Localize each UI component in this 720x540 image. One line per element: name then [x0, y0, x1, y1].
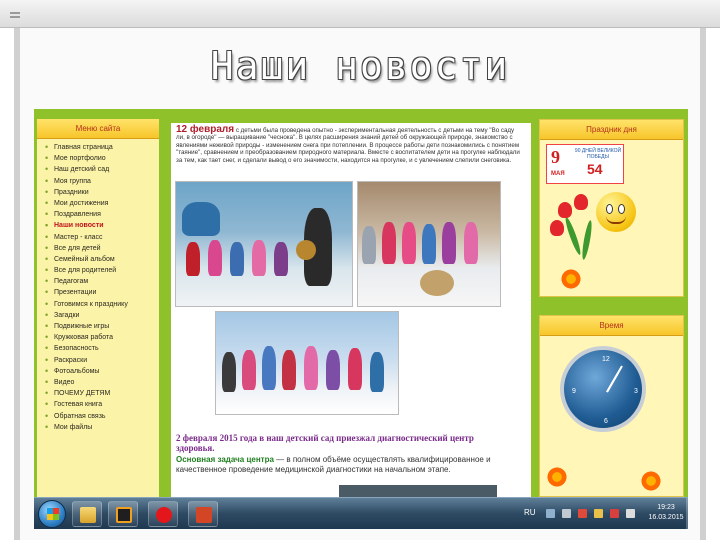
news-photo-group-winter[interactable] [215, 311, 399, 415]
flower-icon [560, 268, 582, 290]
tray-arrow-icon[interactable] [546, 509, 555, 518]
taskbar-clock[interactable]: 19:23 16.03.2015 [646, 503, 686, 523]
menu-item[interactable]: Мастер - класс [45, 232, 159, 243]
taskbar-app-explorer[interactable] [72, 501, 102, 527]
news-body: Основная задача центра — в полном объёме… [176, 455, 506, 474]
news-item-1: 12 февраля с детьми была проведена опытн… [176, 124, 524, 164]
clock-number-9: 9 [572, 388, 576, 395]
menu-item[interactable]: Мои достижения [45, 198, 159, 209]
media-player-icon [116, 507, 132, 523]
news-headline[interactable]: 2 февраля 2015 года в наш детский сад пр… [176, 433, 506, 453]
holiday-header: Праздник дня [540, 120, 683, 140]
opera-icon [156, 507, 172, 523]
website-screenshot: Меню сайта Главная страницаМое портфолио… [34, 109, 688, 497]
menu-item[interactable]: Загадки [45, 310, 159, 321]
site-menu-panel: Меню сайта Главная страницаМое портфолио… [37, 119, 159, 497]
language-indicator[interactable]: RU [524, 508, 536, 517]
flower-icon [546, 466, 568, 488]
tulip-icon [550, 220, 564, 236]
taskbar: RU 19:23 16.03.2015 [34, 497, 688, 530]
powerpoint-icon [196, 507, 212, 523]
menu-item[interactable]: Гостевая книга [45, 399, 159, 410]
tray-volume-icon[interactable] [626, 509, 635, 518]
menu-item[interactable]: Безопасность [45, 343, 159, 354]
menu-header: Меню сайта [37, 119, 159, 139]
windows-explorer-icon [80, 507, 96, 523]
menu-item[interactable]: Видео [45, 377, 159, 388]
taskbar-app-opera[interactable] [148, 501, 178, 527]
right-sidebar: Праздник дня 9 МАЯ 90 ДНЕЙ ВЕЛИКОЙ ПОБЕД… [539, 119, 684, 497]
show-desktop-button[interactable] [686, 498, 688, 530]
taskbar-time: 19:23 [657, 504, 675, 511]
clock-number-6: 6 [604, 418, 608, 425]
taskbar-app-media-player[interactable] [108, 501, 138, 527]
menu-item[interactable]: Презентации [45, 287, 159, 298]
menu-item[interactable]: Раскраски [45, 355, 159, 366]
menu-item[interactable]: Поздравления [45, 209, 159, 220]
menu-item[interactable]: Обратная связь [45, 411, 159, 422]
taskbar-date: 16.03.2015 [648, 514, 684, 521]
windows-logo-icon [47, 508, 59, 520]
start-button[interactable] [38, 500, 66, 528]
menu-item[interactable]: Наши новости [45, 220, 159, 231]
news-lead: Основная задача центра [176, 455, 274, 464]
badge-number: 54 [587, 161, 603, 177]
menu-item[interactable]: Все для детей [45, 243, 159, 254]
menu-item[interactable]: Мое портфолио [45, 153, 159, 164]
grip-icon [10, 12, 20, 18]
flower-icon [640, 470, 662, 492]
time-header: Время [540, 316, 683, 336]
menu-item[interactable]: Готовимся к празднику [45, 299, 159, 310]
news-photo-kindergarten-teacher[interactable] [175, 181, 353, 307]
menu-item[interactable]: ПОЧЕМУ ДЕТЯМ [45, 388, 159, 399]
menu-item[interactable]: Кружковая работа [45, 332, 159, 343]
menu-item[interactable]: Педагогам [45, 276, 159, 287]
menu-item[interactable]: Фотоальбомы [45, 366, 159, 377]
tray-power-icon[interactable] [610, 509, 619, 518]
tray-update-icon[interactable] [594, 509, 603, 518]
clock-number-3: 3 [634, 388, 638, 395]
smiley-icon [596, 192, 636, 232]
holiday-panel: Праздник дня 9 МАЯ 90 ДНЕЙ ВЕЛИКОЙ ПОБЕД… [539, 119, 684, 297]
news-photo-children-snowman[interactable] [357, 181, 501, 307]
news-content: 12 февраля с детьми была проведена опытн… [171, 123, 531, 497]
tray-network-icon[interactable] [562, 509, 571, 518]
badge-nine: 9 [551, 147, 560, 167]
time-panel: Время 12 3 6 9 [539, 315, 684, 497]
news-item-2: 2 февраля 2015 года в наш детский сад пр… [176, 433, 506, 474]
menu-item[interactable]: Мои файлы [45, 422, 159, 433]
menu-item[interactable]: Подвижные игры [45, 321, 159, 332]
menu-item[interactable]: Все для родителей [45, 265, 159, 276]
victory-day-badge[interactable]: 9 МАЯ 90 ДНЕЙ ВЕЛИКОЙ ПОБЕДЫ 54 [546, 144, 624, 184]
site-menu: Главная страницаМое портфолиоНаш детский… [37, 139, 159, 433]
menu-item[interactable]: Праздники [45, 187, 159, 198]
screen-frame-right [700, 28, 706, 540]
news-date: 12 февраля [176, 124, 235, 135]
taskbar-app-powerpoint[interactable] [188, 501, 218, 527]
badge-caption: 90 ДНЕЙ ВЕЛИКОЙ ПОБЕДЫ [574, 148, 622, 160]
news-photo-partial[interactable] [339, 485, 497, 497]
clock-widget: 12 3 6 9 [560, 346, 646, 432]
projector-screen-top [0, 0, 720, 28]
menu-item[interactable]: Главная страница [45, 142, 159, 153]
clock-minute-hand [606, 365, 623, 393]
tray-flag-icon[interactable] [578, 509, 587, 518]
badge-may: МАЯ [551, 171, 565, 177]
menu-item[interactable]: Наш детский сад [45, 164, 159, 175]
tulip-icon [558, 202, 572, 218]
tulip-icon [574, 194, 588, 210]
slide-title: Наши новости [210, 44, 510, 88]
menu-item[interactable]: Моя группа [45, 176, 159, 187]
menu-item[interactable]: Семейный альбом [45, 254, 159, 265]
clock-number-12: 12 [602, 356, 610, 363]
tulip-stem-icon [563, 216, 583, 256]
tulip-stem-icon [580, 219, 594, 261]
